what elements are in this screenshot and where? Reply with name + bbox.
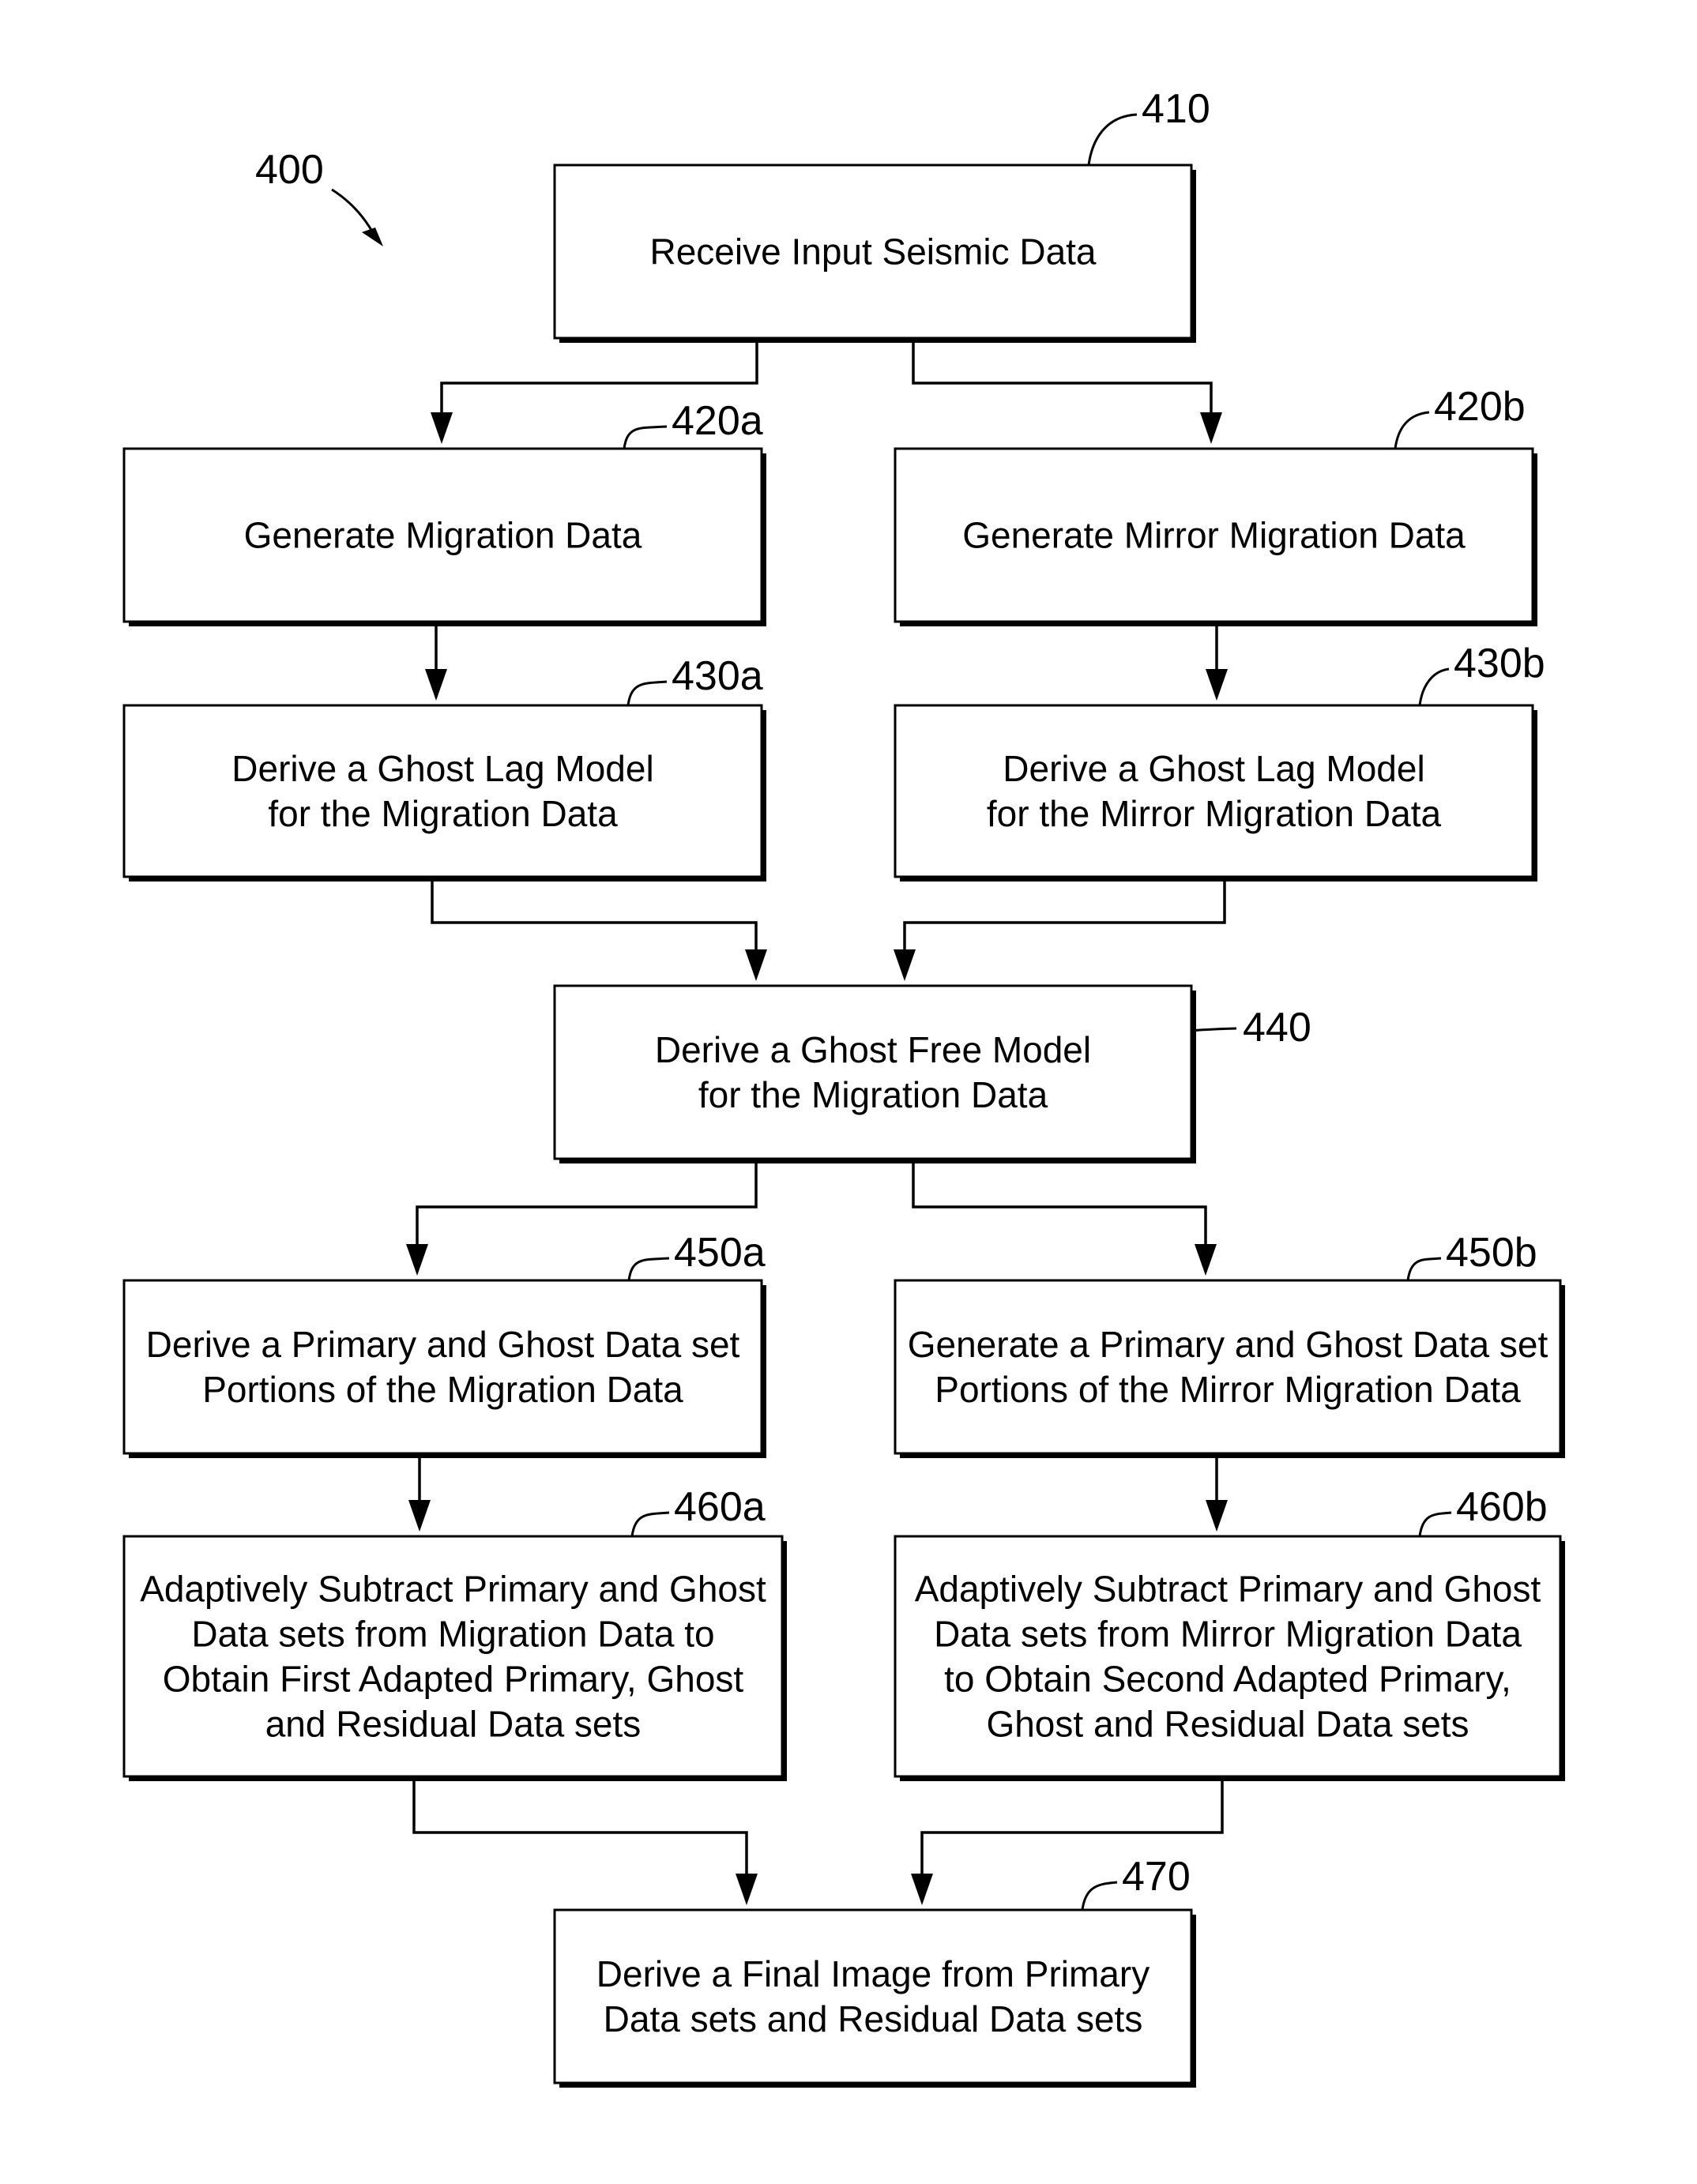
- box-text-line: Adaptively Subtract Primary and Ghost: [140, 1569, 766, 1610]
- box-frame: [122, 704, 763, 878]
- leader-line: [627, 1257, 670, 1281]
- connector-line: [431, 877, 758, 957]
- connector-440-450b: [912, 1159, 1217, 1276]
- box-text-line: Data sets and Residual Data sets: [604, 1998, 1143, 2039]
- box-text-line: Derive a Ghost Lag Model: [1003, 748, 1424, 789]
- box-text-line: Portions of the Migration Data: [202, 1369, 683, 1410]
- box-text-line: Adaptively Subtract Primary and Ghost: [915, 1569, 1541, 1610]
- box-frame: [553, 984, 1193, 1160]
- process-box-450b: Generate a Primary and Ghost Data setPor…: [894, 1230, 1565, 1458]
- figure-label-arrowhead: [362, 227, 383, 246]
- connector-450a-460a: [408, 1453, 431, 1532]
- box-text-line: Derive a Final Image from Primary: [596, 1953, 1150, 1994]
- reference-numeral: 440: [1243, 1005, 1311, 1051]
- arrowhead: [425, 669, 447, 701]
- connector-line: [912, 338, 1213, 420]
- process-boxes: Receive Input Seismic Data 410 Generate Mi…: [122, 86, 1565, 2088]
- connector-line: [912, 1159, 1207, 1252]
- flowchart: Receive Input Seismic Data 410 Generate Mi…: [122, 86, 1565, 2088]
- leader-line: [626, 680, 668, 706]
- leader-line: [1418, 1511, 1452, 1537]
- arrowhead: [894, 949, 916, 981]
- process-box-460b: Adaptively Subtract Primary and GhostDat…: [894, 1484, 1565, 1781]
- reference-numeral: 420a: [672, 398, 763, 444]
- leader-line: [1406, 1257, 1442, 1281]
- box-text-line: for the Migration Data: [268, 793, 618, 834]
- leader-line: [1418, 667, 1450, 706]
- process-box-460a: Adaptively Subtract Primary and GhostDat…: [122, 1484, 787, 1781]
- box-text-line: for the Migration Data: [698, 1074, 1048, 1115]
- reference-numeral: 460b: [1456, 1484, 1548, 1530]
- box-text-line: Portions of the Mirror Migration Data: [935, 1369, 1521, 1410]
- connector-420a-430a: [425, 622, 447, 701]
- leader-line: [1081, 1881, 1118, 1911]
- process-box-410: Receive Input Seismic Data 410: [553, 86, 1210, 343]
- arrowhead: [1206, 669, 1228, 701]
- arrowhead: [406, 1244, 428, 1276]
- box-text-line: Obtain First Adapted Primary, Ghost: [163, 1659, 744, 1700]
- reference-numeral: 430b: [1454, 641, 1545, 686]
- box-frame: [553, 1908, 1193, 2084]
- arrowhead: [1195, 1244, 1217, 1276]
- reference-numeral: 410: [1142, 86, 1210, 132]
- box-text-line: for the Mirror Migration Data: [987, 793, 1442, 834]
- box-frame: [894, 704, 1534, 878]
- arrowhead: [1206, 1500, 1228, 1532]
- reference-numeral: 430a: [672, 653, 763, 699]
- arrowhead: [911, 1874, 933, 1905]
- box-text-line: Data sets from Migration Data to: [191, 1614, 714, 1655]
- arrowhead: [736, 1874, 758, 1905]
- process-box-430a: Derive a Ghost Lag Modelfor the Migratio…: [122, 653, 766, 881]
- process-box-440: Derive a Ghost Free Modelfor the Migrati…: [553, 984, 1311, 1163]
- connector-450b-460b: [1206, 1453, 1228, 1532]
- process-box-450a: Derive a Primary and Ghost Data setPorti…: [122, 1230, 766, 1458]
- connector-line: [903, 877, 1226, 957]
- box-text-line: Derive a Primary and Ghost Data set: [146, 1324, 740, 1365]
- figure-label: 400: [255, 147, 383, 246]
- arrowhead: [1200, 412, 1222, 444]
- reference-numeral: 450a: [674, 1230, 766, 1276]
- connector-410-420b: [912, 338, 1222, 444]
- box-text-line: Derive a Ghost Free Model: [655, 1029, 1091, 1070]
- box-frame: [122, 1279, 763, 1455]
- box-text-line: Ghost and Residual Data sets: [986, 1704, 1469, 1745]
- arrowhead: [408, 1500, 431, 1532]
- box-text-line: to Obtain Second Adapted Primary,: [944, 1659, 1511, 1700]
- leader-line: [1394, 411, 1430, 449]
- reference-numeral: 420b: [1434, 384, 1526, 430]
- process-box-470: Derive a Final Image from PrimaryData se…: [553, 1854, 1196, 2088]
- connector-430a-440: [431, 877, 767, 981]
- arrowhead: [745, 949, 767, 981]
- leader-line: [630, 1511, 670, 1537]
- box-text-line: Generate Mirror Migration Data: [962, 515, 1466, 556]
- box-text-line: Derive a Ghost Lag Model: [231, 748, 653, 789]
- connector-420b-430b: [1206, 622, 1228, 701]
- reference-numeral: 450b: [1446, 1230, 1537, 1276]
- box-text-line: and Residual Data sets: [265, 1704, 642, 1745]
- box-text-line: Generate a Primary and Ghost Data set: [908, 1324, 1548, 1365]
- connector-line: [412, 1776, 748, 1881]
- leader-line: [623, 425, 668, 449]
- reference-numeral: 470: [1122, 1854, 1191, 1900]
- arrowhead: [431, 412, 453, 444]
- box-text-line: Generate Migration Data: [244, 515, 642, 556]
- connector-430b-440: [894, 877, 1226, 981]
- connector-460a-470: [412, 1776, 758, 1905]
- reference-numeral: 460a: [674, 1484, 766, 1530]
- leader-line: [1191, 1027, 1237, 1032]
- box-text-line: Data sets from Mirror Migration Data: [934, 1614, 1522, 1655]
- figure-number: 400: [255, 147, 324, 193]
- box-frame: [894, 1279, 1562, 1455]
- leader-line: [1087, 113, 1138, 166]
- box-text-line: Receive Input Seismic Data: [649, 231, 1096, 273]
